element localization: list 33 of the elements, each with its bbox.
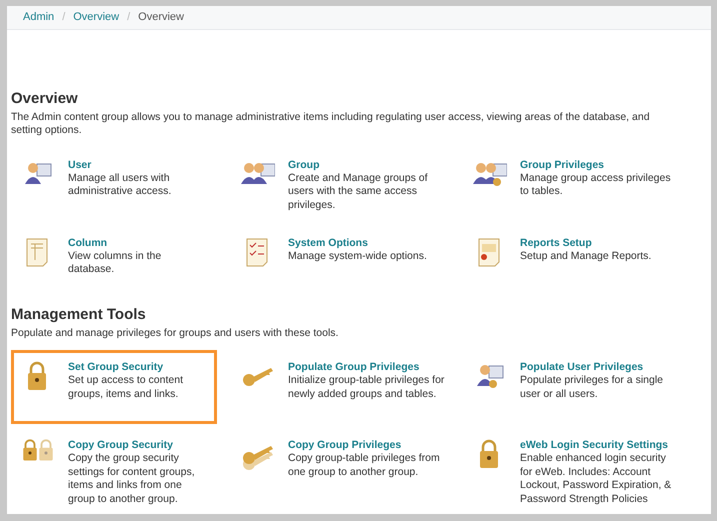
tool-description: Copy the group security settings for content groups, items and links from one group to another group. [68, 452, 196, 506]
tool-description: Enable enhanced login security for eWeb. Includes: Account Lockout, Password Expiration, & Password Strength Policies [520, 452, 672, 506]
tool-link[interactable]: Column [68, 236, 208, 250]
breadcrumb-text: Overview [138, 11, 184, 24]
section-description: The Admin content group allows you to manage administrative items including regulating user access, viewing areas of the database, and setting options. [11, 110, 651, 138]
tool-description: Manage system-wide options. [288, 250, 427, 263]
tool-link[interactable]: System Options [288, 236, 427, 250]
tool-link[interactable]: User [68, 158, 208, 172]
tool-description: View columns in the database. [68, 250, 162, 276]
tool-link[interactable]: Group [288, 158, 448, 172]
tool-link[interactable]: Populate User Privileges [520, 360, 680, 374]
tool-link[interactable]: Populate Group Privileges [288, 360, 448, 374]
tool-description: Create and Manage groups of users with the same access privileges. [288, 172, 429, 212]
tool-description: Setup and Manage Reports. [520, 250, 652, 263]
section-heading: Management Tools [11, 306, 147, 322]
tool-description: Set up access to content groups, items and links. [68, 374, 184, 401]
tool-link[interactable]: Set Group Security [68, 360, 208, 374]
breadcrumb-separator: / [62, 11, 66, 24]
tool-description: Populate privileges for a single user or all users. [520, 374, 664, 401]
section-heading: Overview [11, 90, 79, 106]
tool-link[interactable]: Group Privileges [520, 158, 680, 172]
tool-link[interactable]: Copy Group Privileges [288, 438, 448, 452]
tool-link[interactable]: Copy Group Security [68, 438, 208, 452]
tool-link[interactable]: Reports Setup [520, 236, 652, 250]
tool-link[interactable]: eWeb Login Security Settings [520, 438, 680, 452]
section-description: Populate and manage privileges for groups and users with these tools. [11, 326, 340, 340]
tool-description: Manage all users with administrative access. [68, 172, 172, 198]
breadcrumb-separator: / [127, 11, 130, 24]
tool-description: Copy group-table privileges from one group to another group. [288, 452, 441, 479]
tool-description: Manage group access privileges to tables. [520, 172, 672, 198]
breadcrumb-link[interactable]: Admin [23, 11, 54, 24]
tool-description: Initialize group-table privileges for newly added groups and tables. [288, 374, 446, 401]
breadcrumb-link[interactable]: Overview [73, 11, 120, 24]
